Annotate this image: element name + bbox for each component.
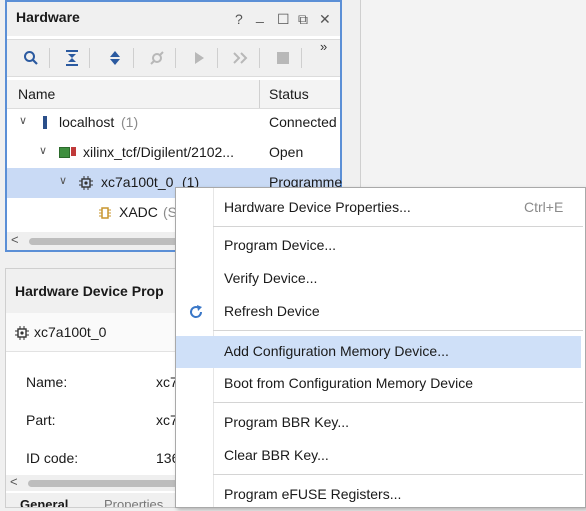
tree-label: XADC	[119, 204, 158, 220]
menu-item-add-configuration-memory-device[interactable]: Add Configuration Memory Device...	[176, 336, 581, 368]
toolbar-separator	[133, 48, 134, 68]
menu-item-label: Program eFUSE Registers...	[224, 486, 402, 502]
menu-separator	[213, 402, 583, 403]
column-name-header[interactable]: Name	[18, 86, 55, 102]
cable-icon	[71, 147, 76, 156]
menu-item-label: Hardware Device Properties...	[224, 199, 411, 215]
tree-column-header: Name Status	[7, 80, 340, 109]
collapse-all-icon	[66, 50, 78, 66]
chip-icon	[15, 326, 29, 340]
menu-item-clear-bbr-key[interactable]: Clear BBR Key...	[176, 440, 581, 472]
menu-item-label: Verify Device...	[224, 270, 318, 286]
menu-separator	[213, 330, 583, 331]
context-menu: Hardware Device Properties... Ctrl+E Pro…	[175, 187, 586, 508]
tree-count: (1)	[121, 114, 139, 130]
column-status-header[interactable]: Status	[269, 86, 309, 102]
menu-item-hardware-device-properties[interactable]: Hardware Device Properties... Ctrl+E	[176, 192, 581, 224]
toolbar-separator	[49, 48, 50, 68]
toolbar-separator	[217, 48, 218, 68]
fast-forward-icon	[233, 52, 248, 64]
toolbar-separator	[301, 48, 302, 68]
menu-item-program-device[interactable]: Program Device...	[176, 230, 581, 262]
menu-item-shortcut: Ctrl+E	[524, 199, 564, 215]
tree-label: xilinx_tcf/Digilent/2102...	[83, 144, 234, 160]
toolbar-separator	[259, 48, 260, 68]
empty-workspace	[360, 0, 586, 187]
scroll-left-icon[interactable]: <	[10, 474, 18, 489]
chevron-down-icon[interactable]: ∨	[19, 114, 27, 127]
plug-icon	[150, 51, 164, 65]
menu-item-program-efuse-registers[interactable]: Program eFUSE Registers...	[176, 479, 581, 511]
refresh-icon	[190, 305, 203, 318]
menu-item-refresh-device[interactable]: Refresh Device	[176, 296, 581, 328]
stop-button[interactable]	[271, 46, 295, 70]
minimize-icon[interactable]: _	[256, 7, 264, 23]
chip-icon	[79, 176, 93, 190]
prop-label-id-code: ID code:	[26, 450, 79, 466]
scrollbar-thumb[interactable]	[29, 238, 179, 245]
menu-item-boot-from-configuration-memory[interactable]: Boot from Configuration Memory Device	[176, 368, 581, 400]
toolbar-separator	[89, 48, 90, 68]
tree-label: xc7a100t_0	[101, 174, 174, 190]
close-icon[interactable]: ✕	[319, 11, 331, 28]
tree-row-jtag-target[interactable]: ∨ xilinx_tcf/Digilent/2102... Open	[7, 138, 340, 168]
xadc-icon	[99, 207, 111, 219]
hardware-panel-title: Hardware	[16, 9, 80, 25]
prop-label-part: Part:	[26, 412, 56, 428]
device-properties-title: Hardware Device Prop	[15, 283, 164, 299]
tab-properties[interactable]: Properties	[104, 497, 163, 507]
menu-item-label: Program Device...	[224, 237, 337, 253]
restore-icon[interactable]: ⧉	[298, 11, 308, 28]
tree-label: localhost	[59, 114, 115, 130]
tree-status: Open	[269, 144, 304, 160]
expand-all-icon	[110, 51, 120, 65]
menu-item-label: Program BBR Key...	[224, 414, 350, 430]
auto-connect-button[interactable]	[145, 46, 169, 70]
collapse-all-button[interactable]	[60, 46, 84, 70]
tree-row-localhost[interactable]: ∨ localhost (1) Connected	[7, 108, 340, 138]
board-icon	[59, 147, 70, 158]
hardware-toolbar: »	[7, 39, 340, 77]
help-icon[interactable]: ?	[235, 11, 243, 27]
search-button[interactable]	[19, 46, 43, 70]
menu-item-label: Add Configuration Memory Device...	[224, 343, 449, 359]
hardware-panel-header: Hardware ? _ ☐ ⧉ ✕	[7, 2, 340, 36]
menu-separator	[213, 474, 583, 475]
scrollbar-thumb[interactable]	[28, 480, 178, 487]
chevron-down-icon[interactable]: ∨	[39, 144, 47, 157]
maximize-icon[interactable]: ☐	[277, 11, 290, 28]
menu-item-verify-device[interactable]: Verify Device...	[176, 263, 581, 295]
server-icon	[43, 116, 47, 129]
stop-icon	[277, 52, 289, 64]
fast-forward-button[interactable]	[229, 46, 253, 70]
prop-label-name: Name:	[26, 374, 68, 390]
column-divider[interactable]	[259, 80, 260, 108]
chevron-down-icon[interactable]: ∨	[59, 174, 67, 187]
tree-status: Connected	[269, 114, 337, 130]
toolbar-separator	[175, 48, 176, 68]
menu-item-label: Boot from Configuration Memory Device	[224, 375, 473, 391]
device-name: xc7a100t_0	[34, 324, 107, 340]
menu-item-program-bbr-key[interactable]: Program BBR Key...	[176, 407, 581, 439]
scroll-left-icon[interactable]: <	[11, 232, 19, 247]
toolbar-overflow-icon[interactable]: »	[320, 39, 327, 54]
tab-general[interactable]: General	[20, 497, 68, 507]
play-icon	[195, 52, 204, 64]
menu-item-label: Refresh Device	[224, 303, 320, 319]
menu-separator	[213, 226, 583, 227]
run-button[interactable]	[187, 46, 211, 70]
search-icon	[24, 51, 38, 65]
menu-item-label: Clear BBR Key...	[224, 447, 329, 463]
expand-all-button[interactable]	[103, 46, 127, 70]
